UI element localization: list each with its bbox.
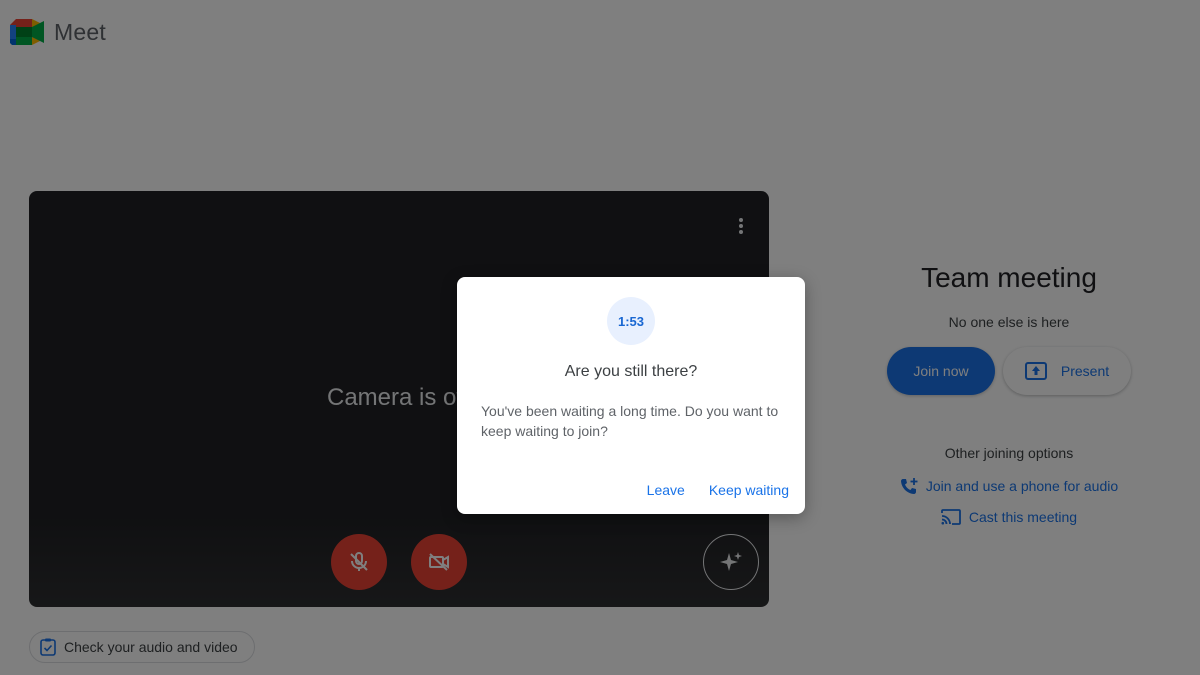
dialog-title: Are you still there? [564,363,698,380]
dialog-message: You've been waiting a long time. Do you … [481,403,779,439]
dialog-actions: Leave Keep waiting [647,482,789,498]
still-there-dialog: 1:53 Are you still there? You've been wa… [457,277,805,514]
meet-prejoin-page: Meet Camera is off [0,0,1200,675]
keep-waiting-button[interactable]: Keep waiting [709,482,789,498]
leave-button[interactable]: Leave [647,482,685,498]
countdown-timer: 1:53 [607,297,655,345]
